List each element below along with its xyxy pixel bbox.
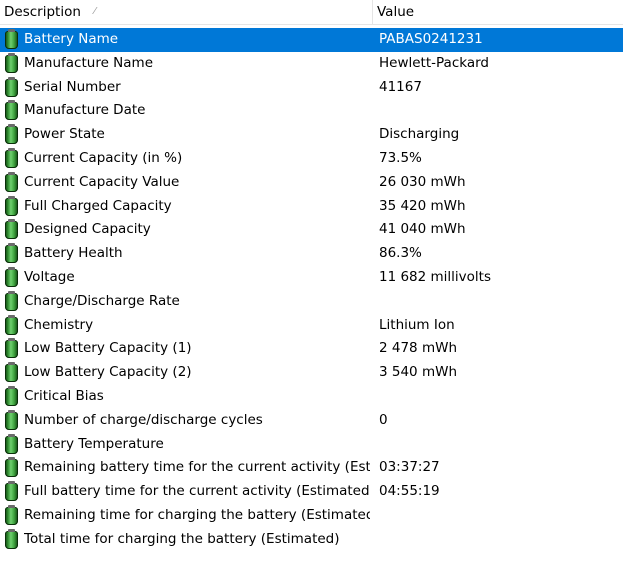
list-row-remaining-battery-time[interactable]: Remaining battery time for the current a… <box>0 456 623 480</box>
list-row-manufacture-date[interactable]: Manufacture Date <box>0 99 623 123</box>
battery-info-list[interactable]: Description ⁄ Value Battery Name PABAS02… <box>0 0 623 579</box>
list-row-critical-bias[interactable]: Critical Bias <box>0 385 623 409</box>
battery-icon <box>5 76 18 97</box>
battery-icon <box>5 171 18 192</box>
battery-icon <box>5 457 18 478</box>
row-label: Serial Number <box>24 78 121 95</box>
list-row-full-battery-time[interactable]: Full battery time for the current activi… <box>0 480 623 504</box>
battery-icon <box>5 219 18 240</box>
battery-icon <box>5 52 18 73</box>
battery-icon <box>5 195 18 216</box>
row-label: Total time for charging the battery (Est… <box>24 530 340 547</box>
list-row-voltage[interactable]: Voltage 11 682 millivolts <box>0 266 623 290</box>
row-label: Battery Name <box>24 31 119 47</box>
battery-icon <box>5 433 18 454</box>
row-value: 73.5% <box>379 149 422 166</box>
battery-icon <box>5 362 18 383</box>
row-value: 41 040 mWh <box>379 221 466 238</box>
battery-icon <box>5 266 18 287</box>
row-label: Battery Health <box>24 245 123 262</box>
row-label: Manufacture Name <box>24 54 154 71</box>
row-label: Remaining battery time for the current a… <box>24 459 370 476</box>
row-value: 35 420 mWh <box>379 197 466 214</box>
row-label: Designed Capacity <box>24 221 151 238</box>
row-value: 3 540 mWh <box>379 364 457 381</box>
row-label: Low Battery Capacity (1) <box>24 340 192 357</box>
list-row-current-capacity-percent[interactable]: Current Capacity (in %) 73.5% <box>0 147 623 171</box>
list-row-current-capacity-value[interactable]: Current Capacity Value 26 030 mWh <box>0 171 623 195</box>
list-rows: Battery Name PABAS0241231 Manufacture Na… <box>0 28 623 552</box>
row-label: Battery Temperature <box>24 435 164 452</box>
row-label: Current Capacity (in %) <box>24 149 183 166</box>
battery-icon <box>5 338 18 359</box>
row-value: Discharging <box>379 126 460 143</box>
row-value: Hewlett-Packard <box>379 54 489 71</box>
battery-icon <box>5 29 18 49</box>
row-value: 11 682 millivolts <box>379 268 492 285</box>
column-header-description[interactable]: Description ⁄ <box>0 0 372 24</box>
battery-icon <box>5 385 18 406</box>
battery-icon <box>5 314 18 335</box>
list-row-charge-discharge-rate[interactable]: Charge/Discharge Rate <box>0 290 623 314</box>
list-row-battery-health[interactable]: Battery Health 86.3% <box>0 242 623 266</box>
list-row-low-battery-capacity-1[interactable]: Low Battery Capacity (1) 2 478 mWh <box>0 337 623 361</box>
row-label: Current Capacity Value <box>24 173 180 190</box>
row-label: Charge/Discharge Rate <box>24 292 180 309</box>
row-label: Remaining time for charging the battery … <box>24 506 370 523</box>
battery-icon <box>5 124 18 145</box>
battery-icon <box>5 504 18 525</box>
row-label: Critical Bias <box>24 387 104 404</box>
battery-icon <box>5 528 18 549</box>
row-label: Low Battery Capacity (2) <box>24 364 192 381</box>
battery-icon <box>5 100 18 121</box>
battery-icon <box>5 290 18 311</box>
row-value: 03:37:27 <box>379 459 440 476</box>
row-value: 41167 <box>379 78 422 95</box>
list-row-remaining-charge-time[interactable]: Remaining time for charging the battery … <box>0 504 623 528</box>
row-value: Lithium Ion <box>379 316 455 333</box>
list-row-power-state[interactable]: Power State Discharging <box>0 123 623 147</box>
list-row-cycle-count[interactable]: Number of charge/discharge cycles 0 <box>0 409 623 433</box>
list-row-full-charged-capacity[interactable]: Full Charged Capacity 35 420 mWh <box>0 195 623 219</box>
row-label: Full battery time for the current activi… <box>24 483 370 500</box>
list-row-low-battery-capacity-2[interactable]: Low Battery Capacity (2) 3 540 mWh <box>0 361 623 385</box>
list-row-total-charge-time[interactable]: Total time for charging the battery (Est… <box>0 528 623 552</box>
row-label: Manufacture Date <box>24 102 146 119</box>
column-header-value[interactable]: Value <box>372 0 623 24</box>
row-value: PABAS0241231 <box>379 31 483 47</box>
list-row-battery-name[interactable]: Battery Name PABAS0241231 <box>0 28 623 52</box>
list-row-chemistry[interactable]: Chemistry Lithium Ion <box>0 314 623 338</box>
battery-icon <box>5 481 18 502</box>
row-value: 86.3% <box>379 245 422 262</box>
row-label: Full Charged Capacity <box>24 197 172 214</box>
list-row-battery-temperature[interactable]: Battery Temperature <box>0 433 623 457</box>
row-value: 2 478 mWh <box>379 340 457 357</box>
list-row-designed-capacity[interactable]: Designed Capacity 41 040 mWh <box>0 218 623 242</box>
row-label: Number of charge/discharge cycles <box>24 411 263 428</box>
row-value: 04:55:19 <box>379 483 440 500</box>
row-value: 26 030 mWh <box>379 173 466 190</box>
sort-indicator-icon: ⁄ <box>94 6 96 17</box>
row-label: Chemistry <box>24 316 94 333</box>
column-header-description-label: Description <box>4 4 81 20</box>
column-header-value-label: Value <box>377 4 415 20</box>
battery-icon <box>5 243 18 264</box>
battery-icon <box>5 147 18 168</box>
row-label: Power State <box>24 126 105 143</box>
list-header: Description ⁄ Value <box>0 0 623 25</box>
row-value: 0 <box>379 411 388 428</box>
battery-icon <box>5 409 18 430</box>
list-row-manufacture-name[interactable]: Manufacture Name Hewlett-Packard <box>0 52 623 76</box>
row-label: Voltage <box>24 268 75 285</box>
list-row-serial-number[interactable]: Serial Number 41167 <box>0 76 623 100</box>
